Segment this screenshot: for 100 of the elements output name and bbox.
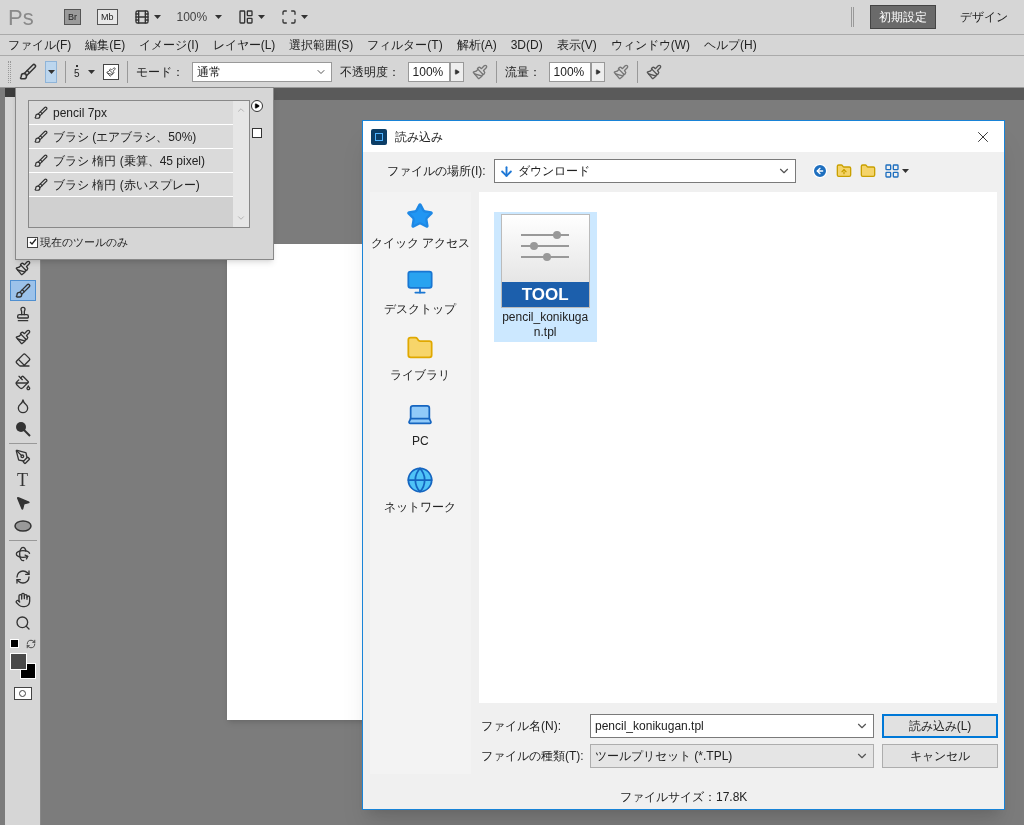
filetype-select[interactable]: ツールプリセット (*.TPL) (590, 744, 874, 768)
place-item[interactable]: PC (406, 400, 435, 450)
filename-label: ファイル名(N): (481, 718, 562, 735)
extras-button[interactable] (133, 9, 161, 25)
caret-icon (153, 15, 161, 19)
workspace-button[interactable]: 初期設定 (870, 5, 936, 29)
hand-icon (14, 591, 31, 608)
location-select[interactable]: ダウンロード (493, 159, 796, 183)
caret-icon (215, 15, 223, 19)
menu-item[interactable]: イメージ(I) (139, 36, 199, 54)
dialog-title: 読み込み (395, 128, 444, 146)
stamp-icon (14, 305, 31, 322)
caret-icon (47, 69, 55, 74)
pointer-icon (14, 494, 31, 511)
preset-item[interactable]: ブラシ 楕円 (乗算、45 pixel) (29, 149, 233, 173)
layout-icon (238, 9, 255, 25)
filetype-label: ファイルの種類(T): (481, 748, 585, 765)
arrange-button[interactable] (238, 9, 266, 25)
rotate-icon (14, 568, 31, 585)
opacity-label: 不透明度： (339, 63, 400, 81)
brush-icon (34, 153, 48, 168)
menu-item[interactable]: ヘルプ(H) (704, 36, 757, 54)
bucket-icon (14, 374, 31, 391)
open-button[interactable]: 読み込み(L) (882, 714, 998, 738)
pressure-icon (471, 63, 488, 80)
menu-item[interactable]: 編集(E) (85, 36, 126, 54)
film-icon (133, 9, 150, 25)
file-size-text: ファイルサイズ：17.8K (620, 789, 749, 806)
brush-panel-button[interactable] (102, 63, 119, 80)
brush-size-button[interactable]: 5 (74, 64, 95, 79)
view-menu-icon[interactable] (883, 163, 900, 179)
star-icon (406, 202, 435, 230)
caret-icon (301, 15, 309, 19)
tool-button[interactable] (9, 280, 36, 301)
menu-item[interactable]: 表示(V) (556, 36, 597, 54)
menu-item[interactable]: 3D(D) (510, 36, 543, 54)
app-logo: Ps (8, 3, 35, 32)
screen-mode-icon (281, 9, 298, 25)
airbrush-icon (612, 63, 629, 80)
opacity-field[interactable]: 100% (407, 61, 450, 82)
brush-icon (19, 62, 37, 81)
sliders-icon (521, 231, 570, 261)
back-icon[interactable] (811, 163, 828, 179)
tool-button[interactable]: T (9, 469, 36, 490)
preset-item[interactable]: ブラシ 楕円 (赤いスプレー) (29, 173, 233, 197)
flow-field[interactable]: 100% (548, 61, 591, 82)
brush-icon (34, 105, 48, 120)
place-item[interactable]: デスクトップ (384, 268, 457, 318)
screen-mode-button[interactable] (281, 9, 309, 25)
color-swatches-icon[interactable] (9, 653, 36, 679)
bridge-button[interactable]: Br (64, 9, 81, 25)
quick-mask-button[interactable] (13, 687, 32, 700)
play-icon (254, 103, 260, 109)
brush-icon (14, 259, 31, 276)
flow-label: 流量： (504, 63, 541, 81)
workspace-button[interactable]: デザイン (952, 6, 1016, 28)
place-item[interactable]: ネットワーク (384, 466, 457, 516)
place-item[interactable]: ライブラリ (390, 334, 451, 384)
rotate-icon (14, 545, 31, 562)
eraser-icon (14, 351, 31, 368)
cancel-button[interactable]: キャンセル (882, 744, 998, 768)
mini-bridge-button[interactable]: Mb (97, 9, 118, 25)
checkbox[interactable] (27, 236, 38, 248)
preset-item[interactable]: pencil 7px (29, 101, 233, 125)
filename-field[interactable]: pencil_konikugan.tpl (590, 714, 874, 738)
menu-item[interactable]: ファイル(F) (8, 36, 72, 54)
menu-item[interactable]: レイヤー(L) (212, 36, 276, 54)
play-icon (594, 68, 601, 75)
preset-item[interactable]: ブラシ (エアブラシ、50%) (29, 125, 233, 149)
menu-item[interactable]: 選択範囲(S) (289, 36, 354, 54)
menu-item[interactable]: フィルター(T) (367, 36, 443, 54)
new-preset-button[interactable] (252, 128, 262, 138)
zoom-level-button[interactable]: 100% (176, 8, 223, 26)
brush-icon (34, 129, 48, 144)
popup-menu-button[interactable] (251, 100, 263, 112)
location-label: ファイルの場所(I): (387, 163, 486, 180)
play-icon (453, 68, 460, 75)
dodge-icon (14, 420, 31, 437)
zoom-icon (14, 614, 31, 631)
file-type-badge: TOOL (501, 282, 589, 307)
globe-icon (406, 466, 435, 494)
app-icon (371, 128, 387, 145)
menu-item[interactable]: ウィンドウ(W) (610, 36, 690, 54)
current-tool-only-checkbox[interactable]: 現在のツールのみ (27, 234, 128, 251)
check-icon (28, 238, 37, 247)
caret-icon (87, 69, 95, 74)
ellipse-icon (13, 519, 32, 532)
brush-icon (105, 66, 116, 77)
place-item[interactable]: クイック アクセス (370, 202, 470, 252)
brush-icon (14, 328, 31, 345)
swap-icon[interactable] (25, 639, 36, 649)
mode-select[interactable]: 通常 (191, 61, 332, 82)
caret-icon (901, 169, 909, 173)
file-item[interactable]: TOOL pencil_konikugan.tpl (493, 212, 597, 342)
menu-item[interactable]: 解析(A) (456, 36, 497, 54)
brush-icon (34, 177, 48, 192)
default-colors-icon[interactable] (9, 639, 19, 648)
preset-picker-button[interactable] (45, 60, 57, 83)
pen-icon (14, 448, 31, 465)
tablet-pressure-icon (645, 63, 662, 80)
